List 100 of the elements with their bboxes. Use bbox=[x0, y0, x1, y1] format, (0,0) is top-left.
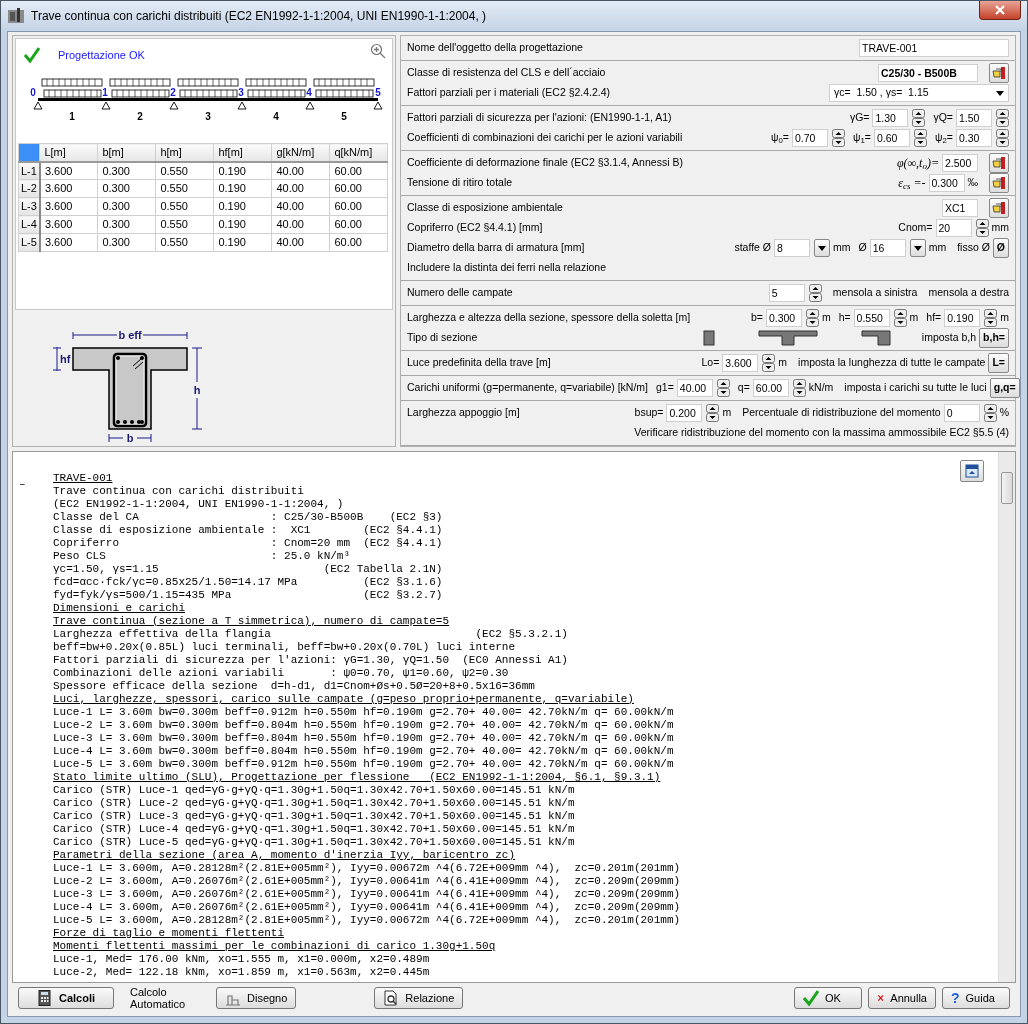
draw-button[interactable]: Disegno bbox=[216, 987, 297, 1009]
status-text: Progettazione OK bbox=[58, 47, 145, 63]
set-button[interactable]: Ø bbox=[992, 238, 1009, 258]
table-cell: 0.300 bbox=[97, 197, 156, 216]
spin-buttons[interactable] bbox=[762, 354, 776, 372]
t-section-icon[interactable] bbox=[757, 330, 818, 346]
number-field[interactable]: 0.70 bbox=[791, 129, 828, 147]
lookup-button[interactable] bbox=[989, 173, 1009, 193]
number-field[interactable]: 40.00 bbox=[676, 379, 713, 397]
spin-buttons[interactable] bbox=[805, 309, 819, 327]
help-button[interactable]: ? Guida bbox=[942, 987, 1010, 1009]
select-all-cell[interactable] bbox=[18, 143, 40, 162]
dropdown[interactable]: γc= 1.50 , γs= 1.15 bbox=[829, 84, 1009, 102]
caret-icon bbox=[817, 245, 826, 251]
field-label: Luce predefinita della trave [m] bbox=[407, 355, 552, 371]
dropdown-button[interactable] bbox=[909, 239, 926, 257]
window-button[interactable] bbox=[960, 460, 984, 482]
number-field[interactable]: 0.190 bbox=[944, 309, 981, 327]
spin-buttons[interactable] bbox=[808, 284, 822, 302]
lookup-button[interactable] bbox=[989, 198, 1009, 218]
number-field[interactable]: 20 bbox=[935, 219, 972, 237]
l-section-icon[interactable] bbox=[860, 330, 891, 346]
number-field[interactable]: 0 bbox=[943, 404, 980, 422]
table-cell: 0.300 bbox=[97, 233, 156, 252]
hand-book-icon bbox=[992, 156, 1006, 170]
node-label: 0 bbox=[30, 87, 36, 98]
symbol-label: γQ= bbox=[933, 110, 953, 126]
spin-buttons[interactable] bbox=[996, 129, 1009, 147]
unit-label: m bbox=[722, 405, 732, 421]
zoom-in-icon[interactable] bbox=[370, 43, 386, 59]
spin-buttons[interactable] bbox=[984, 309, 998, 327]
set-button[interactable]: L= bbox=[988, 353, 1009, 373]
table-cell: 0.300 bbox=[97, 161, 156, 180]
input-field[interactable]: 16 bbox=[869, 239, 906, 257]
spin-buttons[interactable] bbox=[975, 219, 989, 237]
spin-buttons[interactable] bbox=[983, 404, 997, 422]
number-field[interactable]: 60.00 bbox=[752, 379, 789, 397]
spin-buttons[interactable] bbox=[996, 109, 1009, 127]
spin-buttons[interactable] bbox=[716, 379, 730, 397]
report-line: Trave continua con carichi distribuiti bbox=[53, 485, 305, 498]
symbol-label: g1= bbox=[656, 380, 674, 396]
cancel-button[interactable]: Annulla bbox=[868, 987, 936, 1009]
table-cell: 60.00 bbox=[329, 233, 388, 252]
number-field[interactable]: 3.600 bbox=[722, 354, 759, 372]
spin-buttons[interactable] bbox=[706, 404, 720, 422]
table-cell: 0.300 bbox=[97, 215, 156, 234]
report-line: Luce-3 L= 3.60m bw=0.300m beff=0.804m h=0.550m hf=0.190m g=2.70+ 40.00= 42.70kN/m q= 60.00kN/m bbox=[53, 732, 675, 745]
set-button[interactable]: g,q= bbox=[989, 378, 1020, 398]
input-field[interactable]: XC1 bbox=[942, 199, 978, 217]
ok-button[interactable]: OK bbox=[794, 987, 862, 1009]
text-field[interactable]: TRAVE-001 bbox=[859, 39, 1009, 57]
symbol-label: ψ$_{1}$= bbox=[852, 130, 871, 146]
span-label: 3 bbox=[205, 111, 211, 122]
number-field[interactable]: 0.60 bbox=[874, 129, 910, 147]
symbol-label: hf= bbox=[926, 310, 942, 326]
number-field[interactable]: 1.30 bbox=[872, 109, 909, 127]
number-field[interactable]: 0.300 bbox=[765, 309, 802, 327]
table-cell: 60.00 bbox=[329, 161, 388, 180]
input-field[interactable]: 8 bbox=[773, 239, 810, 257]
report-line: Carico (STR) Luce-1 qed=γG·g+γQ·q=1.30g+1.50q=1.30x42.70+1.50x60.00=145.51 kN/m bbox=[53, 784, 576, 797]
unit-label: m bbox=[778, 355, 788, 371]
lookup-button[interactable] bbox=[989, 63, 1009, 83]
rectangle-section-icon[interactable] bbox=[702, 330, 715, 346]
symbol-label: ψ$_{0}$= bbox=[770, 130, 789, 146]
span-label: 1 bbox=[69, 111, 75, 122]
lookup-button[interactable] bbox=[989, 153, 1009, 173]
spin-buttons[interactable] bbox=[792, 379, 806, 397]
report-heading: Dimensioni e carichi bbox=[53, 602, 187, 615]
node-label: 4 bbox=[306, 87, 312, 98]
node-label: 1 bbox=[102, 87, 108, 98]
spin-buttons[interactable] bbox=[914, 129, 927, 147]
input-field[interactable]: 0.300 bbox=[928, 174, 965, 192]
spin-buttons[interactable] bbox=[912, 109, 926, 127]
calc-button[interactable]: Calcoli bbox=[18, 987, 114, 1009]
dropdown-button[interactable] bbox=[813, 239, 830, 257]
close-button[interactable] bbox=[979, 1, 1021, 20]
report-line: Luce-2, Med= 122.18 kNm, xo=1.859 m, x1=0.563m, x2=0.445m bbox=[53, 966, 431, 979]
text-field[interactable]: C25/30 - B500B bbox=[878, 64, 978, 82]
spin-buttons[interactable] bbox=[831, 129, 845, 147]
spin-buttons[interactable] bbox=[893, 309, 907, 327]
symbol-label: q= bbox=[737, 380, 750, 396]
number-field[interactable]: 0.550 bbox=[853, 309, 890, 327]
set-button[interactable]: b,h= bbox=[979, 328, 1009, 348]
unit-label: kN/m bbox=[808, 380, 834, 396]
unit-label: % bbox=[999, 405, 1009, 421]
number-field[interactable]: 0.30 bbox=[956, 129, 992, 147]
number-field[interactable]: 1.50 bbox=[956, 109, 992, 127]
report-line: Peso CLS : 25.0 kN/m³ bbox=[53, 550, 352, 563]
field-label: Larghezza e altezza della sezione, spessore della soletta [m] bbox=[407, 310, 692, 326]
scrollbar[interactable] bbox=[998, 452, 1015, 982]
dimension-label: b eff bbox=[118, 329, 142, 341]
number-field[interactable]: 5 bbox=[768, 284, 805, 302]
column-header: hf[m] bbox=[213, 143, 272, 162]
table-cell: 40.00 bbox=[271, 233, 330, 252]
report-line: Luce-1 L= 3.60m bw=0.300m beff=0.912m h=0.550m hf=0.190m g=2.70+ 40.00= 42.70kN/m q= 60.00kN/m bbox=[53, 706, 675, 719]
report-line: Luce-4 L= 3.600m, A=0.26076m²(2.61E+005mm²), Iyy=0.00641m ^4(6.41E+009mm ^4), zc=0.209m(209mm) bbox=[53, 901, 682, 914]
input-field[interactable]: 2.500 bbox=[942, 154, 978, 172]
number-field[interactable]: 0.200 bbox=[666, 404, 703, 422]
report-button[interactable]: Relazione bbox=[374, 987, 464, 1009]
hand-book-icon bbox=[992, 66, 1006, 80]
